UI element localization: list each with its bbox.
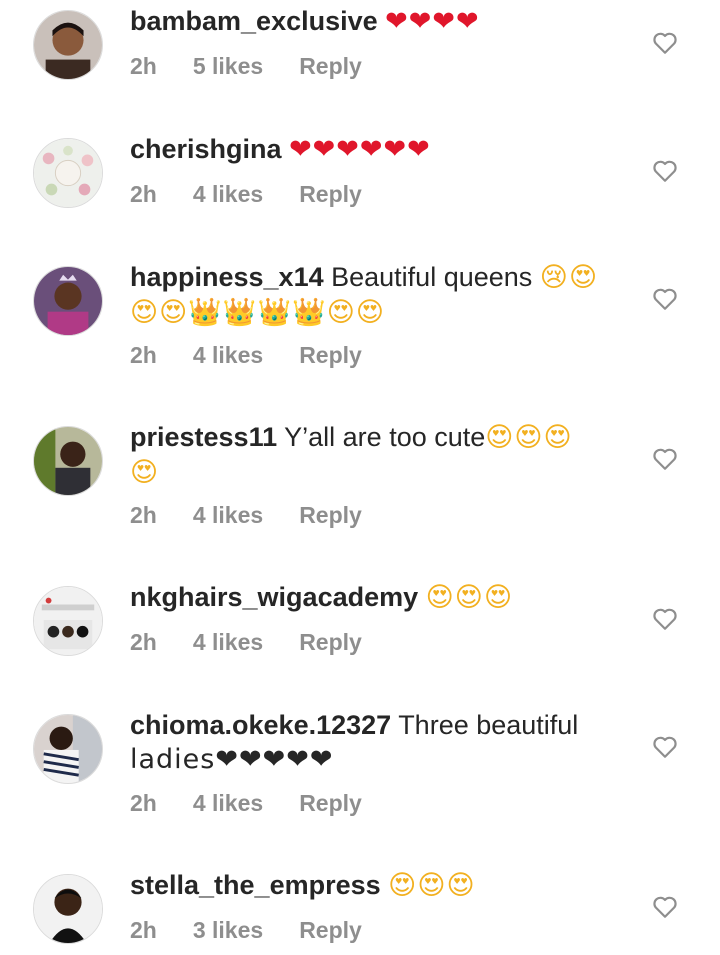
emoji-text: 😍😍😍 <box>388 870 476 901</box>
heart-outline-icon[interactable] <box>652 446 678 472</box>
timestamp: 2h <box>130 629 157 655</box>
comment-body: bambam_exclusive ❤❤❤❤ <box>130 4 620 39</box>
comment-message: Beautiful queens <box>331 262 533 292</box>
avatar[interactable] <box>33 426 103 496</box>
avatar[interactable] <box>33 874 103 944</box>
timestamp: 2h <box>130 342 157 368</box>
emoji-text: 😍😍😍 <box>425 582 514 613</box>
comment-meta: 2h 3 likes Reply <box>130 917 398 944</box>
reply-button[interactable]: Reply <box>299 790 362 816</box>
timestamp: 2h <box>130 502 157 528</box>
emoji-text: 😍😍😍 <box>485 422 573 453</box>
comment-meta: 2h 4 likes Reply <box>130 790 398 817</box>
avatar[interactable] <box>33 138 103 208</box>
comment-body: stella_the_empress 😍😍😍 <box>130 868 620 903</box>
reply-button[interactable]: Reply <box>299 181 362 207</box>
likes-count[interactable]: 4 likes <box>193 181 263 207</box>
heart-outline-icon[interactable] <box>652 30 678 56</box>
username[interactable]: stella_the_empress <box>130 870 381 900</box>
username[interactable]: priestess11 <box>130 422 277 452</box>
comment-meta: 2h 4 likes Reply <box>130 502 398 529</box>
heart-outline-icon[interactable] <box>652 158 678 184</box>
comment-meta: 2h 4 likes Reply <box>130 629 398 656</box>
avatar[interactable] <box>33 10 103 80</box>
comment-text: stella_the_empress 😍😍😍 <box>130 868 620 903</box>
comment-message: Three beautiful <box>398 710 579 740</box>
username[interactable]: chioma.okeke.12327 <box>130 710 391 740</box>
emoji-text: 😍 <box>130 457 160 488</box>
comment-text-line2: 😍😍👑👑👑👑😍😍 <box>130 295 620 330</box>
username[interactable]: cherishgina <box>130 134 282 164</box>
timestamp: 2h <box>130 917 157 943</box>
comment-body: happiness_x14 Beautiful queens 😢😍 😍😍👑👑👑👑… <box>130 260 620 330</box>
comment-text: bambam_exclusive ❤❤❤❤ <box>130 4 620 39</box>
reply-button[interactable]: Reply <box>299 629 362 655</box>
comment-text-line2: ladies❤❤❤❤❤ <box>130 742 620 777</box>
reply-button[interactable]: Reply <box>299 342 362 368</box>
comment-message: Y’all are too cute <box>284 422 486 452</box>
reply-button[interactable]: Reply <box>299 502 362 528</box>
comment-body: chioma.okeke.12327 Three beautiful ladie… <box>130 708 620 777</box>
comment-text-line2: 😍 <box>130 455 620 490</box>
comment-message: ladies❤❤❤❤❤ <box>130 744 334 775</box>
timestamp: 2h <box>130 181 157 207</box>
likes-count[interactable]: 4 likes <box>193 502 263 528</box>
heart-outline-icon[interactable] <box>652 606 678 632</box>
avatar[interactable] <box>33 586 103 656</box>
username[interactable]: nkghairs_wigacademy <box>130 582 418 612</box>
comment-text: cherishgina ❤❤❤❤❤❤ <box>130 132 620 167</box>
username[interactable]: happiness_x14 <box>130 262 324 292</box>
likes-count[interactable]: 3 likes <box>193 917 263 943</box>
emoji-text: 😍😍👑👑👑👑😍😍 <box>130 297 386 328</box>
emoji-text: ❤❤❤❤ <box>385 6 480 37</box>
timestamp: 2h <box>130 53 157 79</box>
comment-body: priestess11 Y’all are too cute😍😍😍 😍 <box>130 420 620 490</box>
comment-text: happiness_x14 Beautiful queens 😢😍 <box>130 260 620 295</box>
avatar[interactable] <box>33 714 103 784</box>
likes-count[interactable]: 5 likes <box>193 53 263 79</box>
comment-meta: 2h 4 likes Reply <box>130 342 398 369</box>
heart-outline-icon[interactable] <box>652 734 678 760</box>
likes-count[interactable]: 4 likes <box>193 629 263 655</box>
emoji-text: 😢😍 <box>539 262 599 293</box>
reply-button[interactable]: Reply <box>299 917 362 943</box>
comment-meta: 2h 4 likes Reply <box>130 181 398 208</box>
reply-button[interactable]: Reply <box>299 53 362 79</box>
timestamp: 2h <box>130 790 157 816</box>
heart-outline-icon[interactable] <box>652 286 678 312</box>
comment-meta: 2h 5 likes Reply <box>130 53 398 80</box>
emoji-text: ❤❤❤❤❤❤ <box>289 134 431 165</box>
comment-body: cherishgina ❤❤❤❤❤❤ <box>130 132 620 167</box>
comment-text: priestess11 Y’all are too cute😍😍😍 <box>130 420 620 455</box>
comment-body: nkghairs_wigacademy 😍😍😍 <box>130 580 620 615</box>
comment-text: chioma.okeke.12327 Three beautiful <box>130 708 620 742</box>
likes-count[interactable]: 4 likes <box>193 342 263 368</box>
heart-outline-icon[interactable] <box>652 894 678 920</box>
username[interactable]: bambam_exclusive <box>130 6 378 36</box>
comment-text: nkghairs_wigacademy 😍😍😍 <box>130 580 620 615</box>
likes-count[interactable]: 4 likes <box>193 790 263 816</box>
avatar[interactable] <box>33 266 103 336</box>
